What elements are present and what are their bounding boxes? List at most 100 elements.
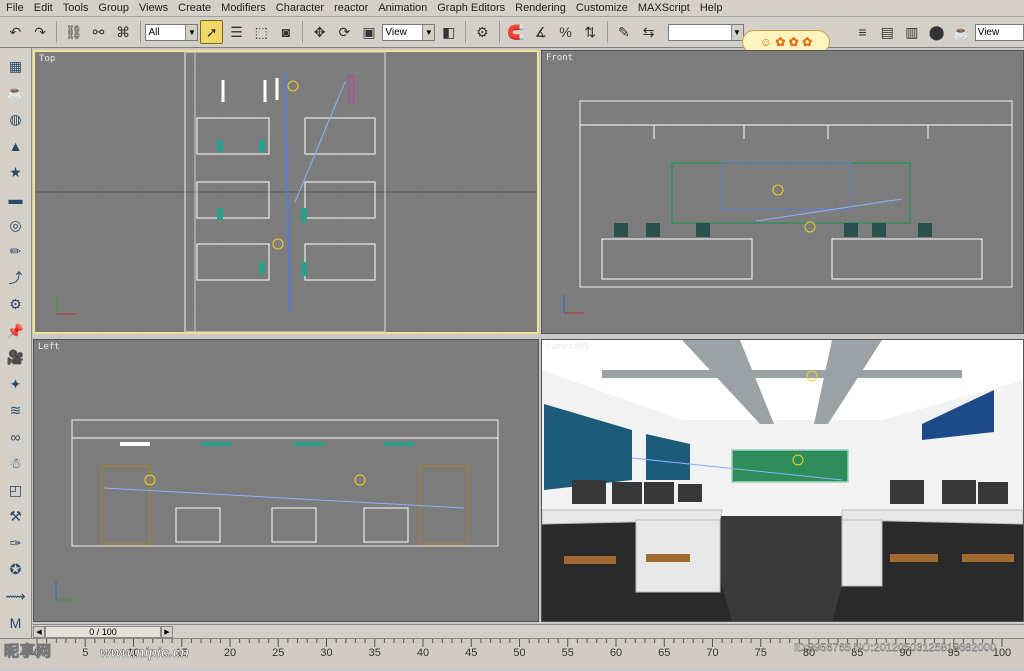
menu-rendering[interactable]: Rendering (511, 2, 572, 14)
menu-graph-editors[interactable]: Graph Editors (433, 2, 511, 14)
pin-icon[interactable]: 📌 (4, 319, 28, 343)
chevron-right-icon[interactable]: ▶ (161, 626, 173, 638)
menu-customize[interactable]: Customize (572, 2, 634, 14)
select-and-manipulate-icon[interactable]: ⚙ (471, 20, 494, 44)
light-icon[interactable]: ✦ (4, 372, 28, 396)
hammer-icon[interactable]: ⚒ (4, 505, 28, 529)
viewport-label[interactable]: Left (38, 342, 60, 352)
teapot-icon[interactable]: ☕ (4, 81, 28, 105)
wave-icon[interactable]: ≋ (4, 399, 28, 423)
pivot-center-icon[interactable]: ◧ (437, 20, 460, 44)
menu-help[interactable]: Help (696, 2, 729, 14)
select-object-icon[interactable]: ➚ (200, 20, 224, 44)
unlink-icon[interactable]: ⚯ (87, 20, 110, 44)
named-selection-sets-field[interactable]: ▼ (667, 23, 744, 41)
toolbar-divider (606, 21, 608, 43)
menu-bar: File Edit Tools Group Views Create Modif… (0, 0, 1024, 17)
bend-icon[interactable]: ⤴ (4, 266, 28, 290)
undo-icon[interactable]: ↶ (4, 20, 27, 44)
watermark-id: ID:8956765 NO:20120503125818682000 (794, 642, 996, 654)
track-tick-label: 60 (609, 647, 623, 659)
chevron-down-icon: ▼ (185, 24, 198, 40)
camera-icon[interactable]: 🎥 (4, 346, 28, 370)
mirror-icon[interactable]: ⇆ (637, 20, 660, 44)
reference-coord-value: View (385, 26, 407, 38)
render-type-value: View (977, 26, 1000, 38)
left-view-drawing (34, 340, 538, 621)
menu-character[interactable]: Character (272, 2, 330, 14)
viewport-left[interactable]: Left (33, 339, 539, 622)
viewport-camera[interactable]: Camera01 (541, 339, 1024, 622)
select-by-name-icon[interactable]: ☰ (225, 20, 248, 44)
cylinder-icon[interactable]: ◎ (4, 213, 28, 237)
render-type-dropdown[interactable]: View (974, 23, 1024, 41)
reference-coord-dropdown[interactable]: View ▼ (382, 23, 436, 41)
viewport-label[interactable]: Camera01 (546, 342, 589, 352)
menu-file[interactable]: File (2, 2, 30, 14)
helper-icon[interactable]: ⟿ (4, 584, 28, 608)
track-tick-label: 30 (320, 647, 333, 659)
menu-reactor[interactable]: reactor (330, 2, 374, 14)
star-icon[interactable]: ★ (4, 160, 28, 184)
gear-icon[interactable]: ⚙ (4, 293, 28, 317)
chevron-left-icon[interactable]: ◀ (33, 626, 45, 638)
viewport-label[interactable]: Top (39, 54, 55, 64)
camera-render (542, 340, 1023, 621)
snaps-toggle-icon[interactable]: 🧲 (505, 20, 528, 44)
pencil-icon[interactable]: ✏ (4, 240, 28, 264)
selection-filter-value: All (148, 26, 160, 38)
select-and-move-icon[interactable]: ✥ (308, 20, 331, 44)
top-view-drawing (35, 52, 537, 332)
wrench-icon[interactable]: ✑ (4, 531, 28, 555)
knot-icon[interactable]: ∞ (4, 425, 28, 449)
window-crossing-icon[interactable]: ◙ (275, 20, 298, 44)
track-tick-label: 5 (82, 647, 89, 659)
target-icon[interactable]: ✪ (4, 558, 28, 582)
select-and-scale-icon[interactable]: ▣ (358, 20, 381, 44)
track-tick-label: 35 (368, 647, 381, 659)
blackboard (731, 449, 849, 483)
chevron-down-icon: ▼ (422, 24, 435, 40)
time-slider[interactable]: 0 / 100 (45, 626, 161, 638)
redo-icon[interactable]: ↷ (29, 20, 52, 44)
render-scene-icon[interactable]: ☕ (950, 20, 973, 44)
viewport-top[interactable]: Top (33, 50, 539, 334)
menu-maxscript[interactable]: MAXScript (634, 2, 696, 14)
script-icon[interactable]: M (4, 611, 28, 635)
sphere-icon[interactable]: ◍ (4, 107, 28, 131)
schematic-view-icon[interactable]: ▥ (901, 20, 924, 44)
track-tick-label: 55 (561, 647, 574, 659)
percent-snap-icon[interactable]: % (554, 20, 577, 44)
select-and-rotate-icon[interactable]: ⟳ (333, 20, 356, 44)
cloth-icon[interactable]: ◰ (4, 478, 28, 502)
track-tick-label: 65 (658, 647, 671, 659)
menu-tools[interactable]: Tools (59, 2, 95, 14)
menu-modifiers[interactable]: Modifiers (217, 2, 272, 14)
watermark-url: www.nipic.cn (100, 644, 190, 661)
time-slider-bar: ◀ 0 / 100 ▶ (33, 624, 1024, 638)
menu-create[interactable]: Create (174, 2, 217, 14)
track-tick-label: 50 (513, 647, 526, 659)
geometry-icon[interactable]: ▦ (4, 54, 28, 78)
toolbar-divider (302, 21, 304, 43)
biped-icon[interactable]: ☃ (4, 452, 28, 476)
toolbar-divider (465, 21, 467, 43)
viewport-front[interactable]: Front (541, 50, 1024, 334)
menu-group[interactable]: Group (94, 2, 135, 14)
menu-views[interactable]: Views (135, 2, 174, 14)
menu-edit[interactable]: Edit (30, 2, 59, 14)
bind-space-warp-icon[interactable]: ⌘ (112, 20, 135, 44)
layer-manager-icon[interactable]: ≡ (851, 20, 874, 44)
viewport-label[interactable]: Front (546, 53, 573, 63)
curve-editor-icon[interactable]: ▤ (876, 20, 899, 44)
rectangular-selection-icon[interactable]: ⬚ (250, 20, 273, 44)
angle-snap-icon[interactable]: ∡ (529, 20, 552, 44)
spinner-snap-icon[interactable]: ⇅ (579, 20, 602, 44)
cone-icon[interactable]: ▲ (4, 134, 28, 158)
menu-animation[interactable]: Animation (374, 2, 433, 14)
select-and-link-icon[interactable]: ⛓ (62, 20, 85, 44)
edit-named-selection-icon[interactable]: ✎ (613, 20, 636, 44)
box-icon[interactable]: ▬ (4, 187, 28, 211)
material-editor-icon[interactable]: ⬤ (925, 20, 948, 44)
selection-filter-dropdown[interactable]: All ▼ (145, 23, 199, 41)
